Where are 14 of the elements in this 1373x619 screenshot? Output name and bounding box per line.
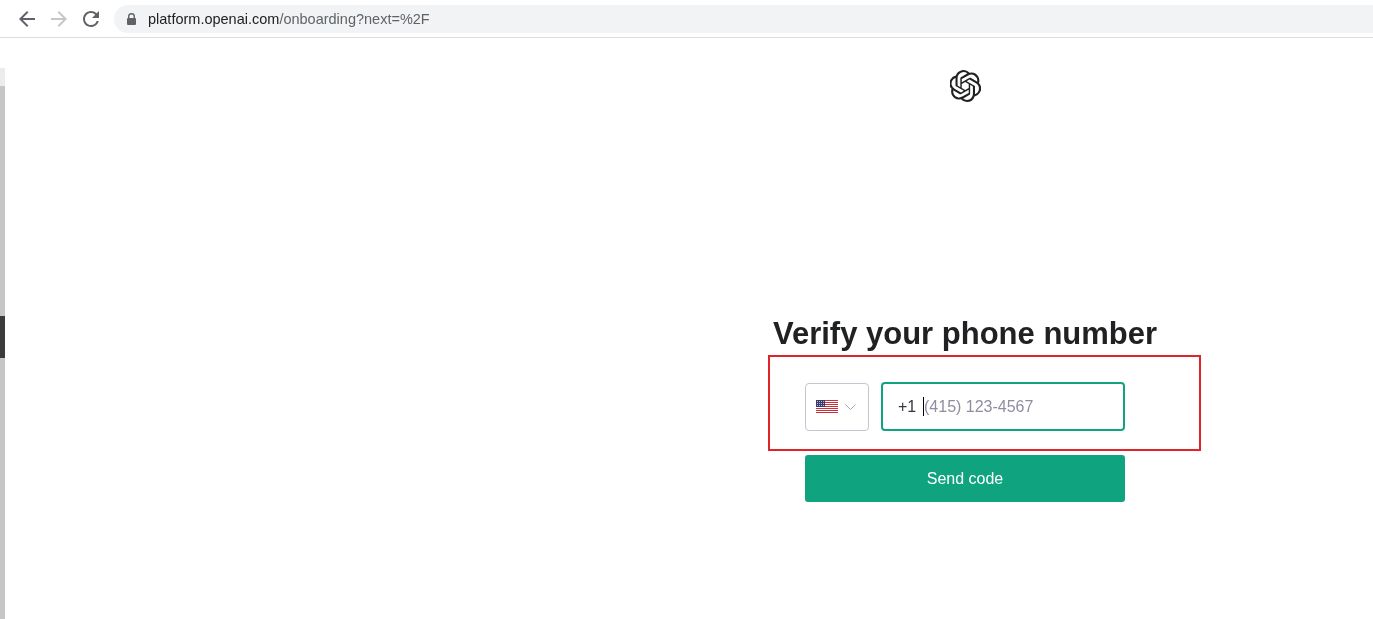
logo-icon xyxy=(949,70,981,102)
back-arrow-icon xyxy=(19,10,35,27)
reload-icon xyxy=(83,10,99,27)
lock-icon[interactable] xyxy=(127,12,136,25)
text-cursor-icon xyxy=(923,397,924,416)
dial-code-text: +1 xyxy=(898,397,917,416)
page-heading: Verify your phone number xyxy=(772,316,1158,352)
us-flag-icon xyxy=(816,400,838,413)
url-text[interactable]: platform.openai.com/onboarding?next=%2F xyxy=(148,10,430,27)
address-bar[interactable]: platform.openai.com/onboarding?next=%2F xyxy=(114,4,1373,33)
country-select[interactable] xyxy=(805,382,869,431)
chevron-down-icon xyxy=(845,403,856,410)
scrollbar-thumb[interactable] xyxy=(0,316,5,358)
forward-arrow-icon xyxy=(51,10,67,27)
